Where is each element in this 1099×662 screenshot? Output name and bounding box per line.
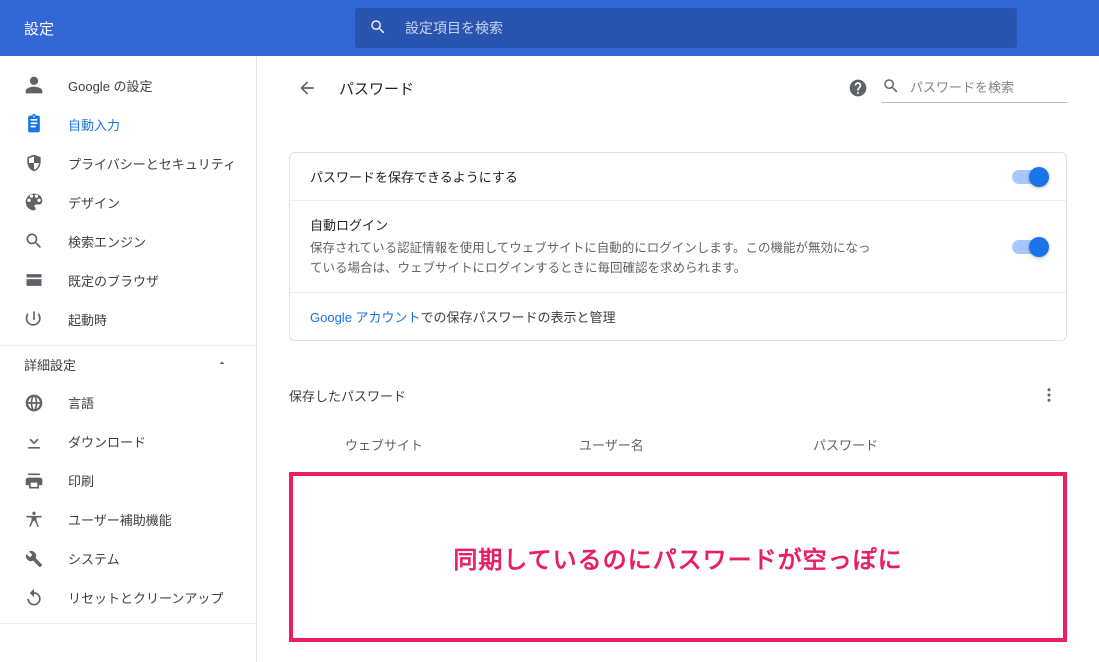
chevron-up-icon (216, 357, 228, 372)
power-icon (24, 309, 44, 329)
password-search[interactable] (882, 73, 1067, 103)
toggle-auto-login[interactable] (1012, 240, 1046, 254)
row-title: 自動ログイン (310, 215, 1012, 234)
col-username: ユーザー名 (579, 435, 813, 454)
search-icon (882, 77, 900, 98)
sidebar-item-label: 既定のブラウザ (44, 271, 159, 290)
annotation-text: 同期しているのにパスワードが空っぽに (453, 540, 902, 575)
row-google-account-link[interactable]: Google アカウントでの保存パスワードの表示と管理 (290, 292, 1066, 340)
row-save-passwords: パスワードを保存できるようにする (290, 153, 1066, 200)
palette-icon (24, 192, 44, 212)
sidebar-advanced-toggle[interactable]: 詳細設定 (0, 345, 256, 384)
sidebar-item-download[interactable]: ダウンロード (0, 422, 256, 461)
row-title: パスワードを保存できるようにする (310, 167, 1012, 186)
app-title: 設定 (0, 18, 355, 39)
advanced-label: 詳細設定 (24, 355, 76, 374)
global-search[interactable] (355, 8, 1017, 48)
global-search-input[interactable] (387, 20, 1003, 36)
sidebar-item-label: ユーザー補助機能 (44, 510, 172, 529)
sidebar-item-label: 検索エンジン (44, 232, 146, 251)
sidebar-item-label: リセットとクリーンアップ (44, 588, 223, 607)
person-icon (24, 75, 44, 95)
globe-icon (24, 393, 44, 413)
search-icon (369, 18, 387, 39)
search-icon (24, 231, 44, 251)
sidebar-item-label: 言語 (44, 393, 94, 412)
accessibility-icon (24, 510, 44, 530)
sidebar-item-label: ダウンロード (44, 432, 146, 451)
download-icon (24, 432, 44, 452)
sidebar-item-print[interactable]: 印刷 (0, 461, 256, 500)
link-tail: での保存パスワードの表示と管理 (421, 310, 616, 325)
toggle-save-passwords[interactable] (1012, 170, 1046, 184)
link-head: Google アカウント (310, 310, 421, 325)
wrench-icon (24, 549, 44, 569)
sidebar-item-label: 印刷 (44, 471, 94, 490)
sidebar-item-label: 自動入力 (44, 115, 120, 134)
content: パスワード パスワードを保存できるようにする 自動ログイン 保存されている認証情… (257, 56, 1099, 662)
more-options-button[interactable] (1031, 377, 1067, 413)
sidebar-item-design[interactable]: デザイン (0, 183, 256, 222)
saved-passwords-title: 保存したパスワード (289, 386, 406, 405)
col-website: ウェブサイト (345, 435, 579, 454)
sidebar-item-reset[interactable]: リセットとクリーンアップ (0, 578, 256, 617)
help-button[interactable] (840, 70, 876, 106)
sidebar-item-accessibility[interactable]: ユーザー補助機能 (0, 500, 256, 539)
shield-icon (24, 153, 44, 173)
restore-icon (24, 588, 44, 608)
sidebar-divider (0, 623, 256, 662)
sidebar-item-default-browser[interactable]: 既定のブラウザ (0, 261, 256, 300)
row-subtitle: 保存されている認証情報を使用してウェブサイトに自動的にログインします。この機能が… (310, 238, 880, 278)
sidebar-item-label: 起動時 (44, 310, 107, 329)
sidebar-item-system[interactable]: システム (0, 539, 256, 578)
settings-card: パスワードを保存できるようにする 自動ログイン 保存されている認証情報を使用して… (289, 152, 1067, 341)
page-title: パスワード (325, 78, 840, 99)
browser-icon (24, 270, 44, 290)
password-table-header: ウェブサイト ユーザー名 パスワード (289, 413, 1067, 466)
sidebar-item-label: システム (44, 549, 120, 568)
sidebar-item-privacy[interactable]: プライバシーとセキュリティ (0, 144, 256, 183)
sidebar-item-search-engine[interactable]: 検索エンジン (0, 222, 256, 261)
sidebar-item-autofill[interactable]: 自動入力 (0, 105, 256, 144)
sidebar-item-label: プライバシーとセキュリティ (44, 154, 236, 173)
sidebar-item-startup[interactable]: 起動時 (0, 300, 256, 339)
annotation-overlay: 同期しているのにパスワードが空っぽに (289, 472, 1067, 642)
sidebar-item-label: Google の設定 (44, 76, 153, 95)
col-password: パスワード (813, 435, 1047, 454)
clipboard-icon (24, 114, 44, 134)
sidebar-item-google[interactable]: Google の設定 (0, 66, 256, 105)
sidebar-item-label: デザイン (44, 193, 120, 212)
back-button[interactable] (289, 70, 325, 106)
sidebar: Google の設定 自動入力 プライバシーとセキュリティ デザイン 検索エンジ… (0, 56, 257, 662)
print-icon (24, 471, 44, 491)
row-auto-login: 自動ログイン 保存されている認証情報を使用してウェブサイトに自動的にログインしま… (290, 200, 1066, 292)
sidebar-item-language[interactable]: 言語 (0, 384, 256, 423)
password-search-input[interactable] (900, 80, 1086, 95)
